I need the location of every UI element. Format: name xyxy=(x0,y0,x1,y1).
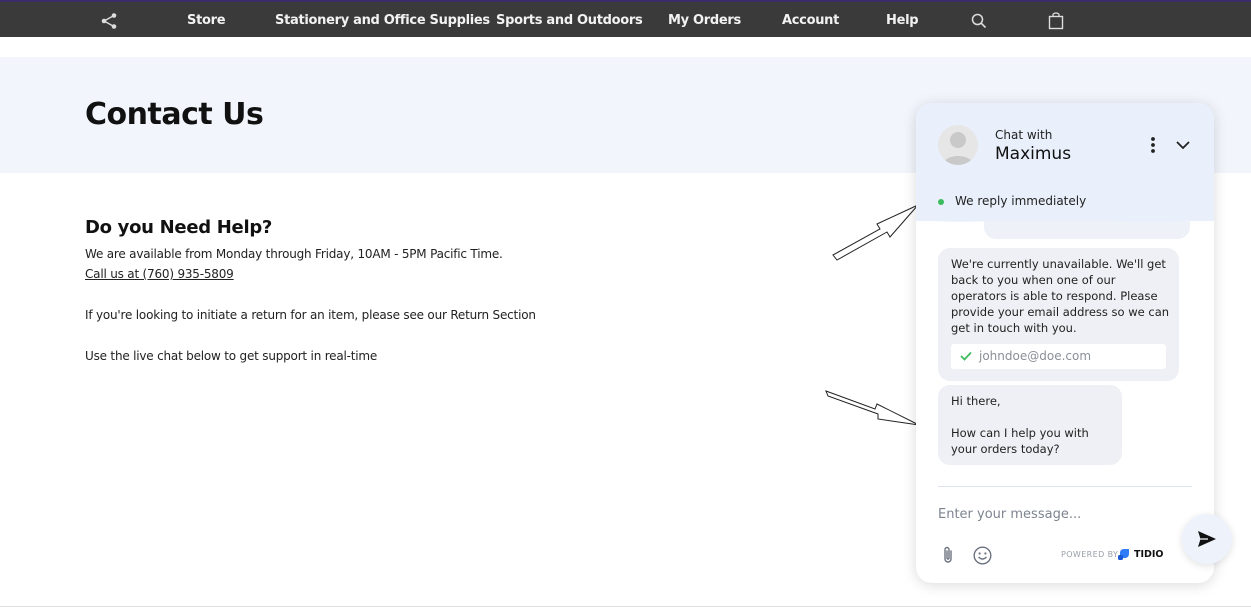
agent-name: Maximus xyxy=(995,144,1072,164)
footer-divider xyxy=(0,606,1251,607)
nav-account[interactable]: Account xyxy=(782,2,839,39)
status-text: We reply immediately xyxy=(955,194,1087,208)
tidio-brand[interactable]: TIDIO xyxy=(1134,549,1164,560)
return-section-text: If you're looking to initiate a return f… xyxy=(85,308,536,322)
shopping-bag-icon[interactable] xyxy=(1047,12,1065,30)
header-wave xyxy=(916,211,1214,222)
annotation-arrows xyxy=(825,204,920,426)
chevron-down-icon[interactable] xyxy=(1175,139,1191,151)
availability-text: We are available from Monday through Fri… xyxy=(85,247,503,261)
paperclip-icon[interactable] xyxy=(940,545,956,565)
top-navigation: Store Stationery and Office Supplies Spo… xyxy=(0,0,1251,37)
message-input[interactable] xyxy=(938,503,1168,525)
check-icon xyxy=(960,351,972,361)
nav-store[interactable]: Store xyxy=(187,2,226,39)
nav-sports-outdoors[interactable]: Sports and Outdoors xyxy=(496,2,643,39)
greeting-message-text: Hi there, How can I help you with your o… xyxy=(951,394,1089,456)
live-chat-text: Use the live chat below to get support i… xyxy=(85,349,378,363)
arrow-to-status xyxy=(832,204,919,261)
person-avatar-icon xyxy=(943,132,973,165)
email-value: johndoe@doe.com xyxy=(979,349,1092,363)
send-button[interactable] xyxy=(1182,514,1232,564)
tidio-logo-icon xyxy=(1118,548,1129,560)
online-status-dot xyxy=(938,199,944,205)
search-icon[interactable] xyxy=(970,12,988,30)
share-icon[interactable] xyxy=(100,12,118,30)
emoji-icon[interactable] xyxy=(973,546,992,565)
chat-header: Chat with Maximus xyxy=(916,103,1214,183)
more-options-icon[interactable] xyxy=(1149,136,1157,154)
arrow-to-greeting xyxy=(825,390,920,426)
nav-help[interactable]: Help xyxy=(886,2,919,39)
unavailable-message: We're currently unavailable. We'll get b… xyxy=(938,248,1179,381)
help-heading: Do you Need Help? xyxy=(85,217,273,238)
email-field[interactable]: johndoe@doe.com xyxy=(951,344,1166,369)
page-title: Contact Us xyxy=(85,97,264,132)
composer-divider xyxy=(938,486,1192,487)
nav-stationery-office-supplies[interactable]: Stationery and Office Supplies xyxy=(275,2,490,39)
greeting-message: Hi there, How can I help you with your o… xyxy=(938,385,1122,465)
chat-with-label: Chat with xyxy=(995,128,1053,142)
agent-avatar xyxy=(938,125,978,165)
send-icon xyxy=(1198,531,1216,547)
chat-widget: Chat with Maximus We reply immediately W… xyxy=(916,103,1214,583)
powered-by-label: POWERED BY xyxy=(1061,550,1119,559)
call-us-link[interactable]: Call us at (760) 935-5809 xyxy=(85,267,234,281)
nav-my-orders[interactable]: My Orders xyxy=(668,2,741,39)
unavailable-message-text: We're currently unavailable. We'll get b… xyxy=(951,257,1170,335)
